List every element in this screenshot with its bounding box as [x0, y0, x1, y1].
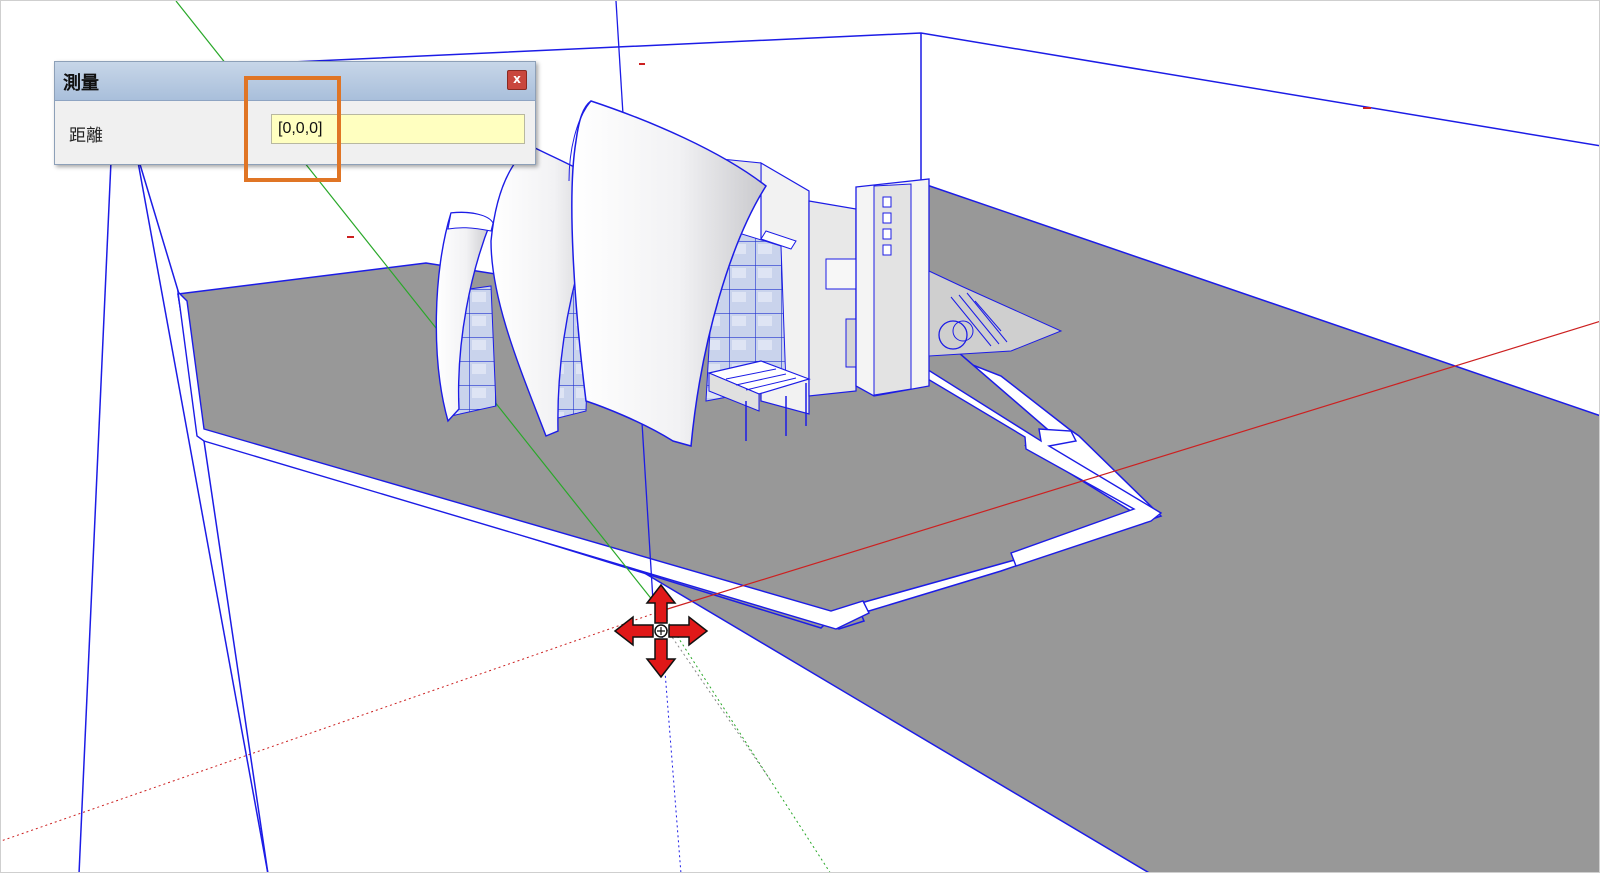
- dialog-title-bar[interactable]: 測量 x: [55, 62, 535, 101]
- axis-gray-dotted: [660, 620, 772, 782]
- distance-input[interactable]: [0,0,0]: [271, 114, 525, 144]
- drawing-viewport[interactable]: 測量 x 距離 [0,0,0]: [0, 0, 1600, 873]
- dialog-title: 測量: [63, 73, 99, 94]
- measurements-dialog: 測量 x 距離 [0,0,0]: [54, 61, 536, 165]
- distance-label: 距離: [69, 126, 103, 146]
- axis-red-dotted: [1, 610, 662, 842]
- close-icon[interactable]: x: [507, 70, 527, 90]
